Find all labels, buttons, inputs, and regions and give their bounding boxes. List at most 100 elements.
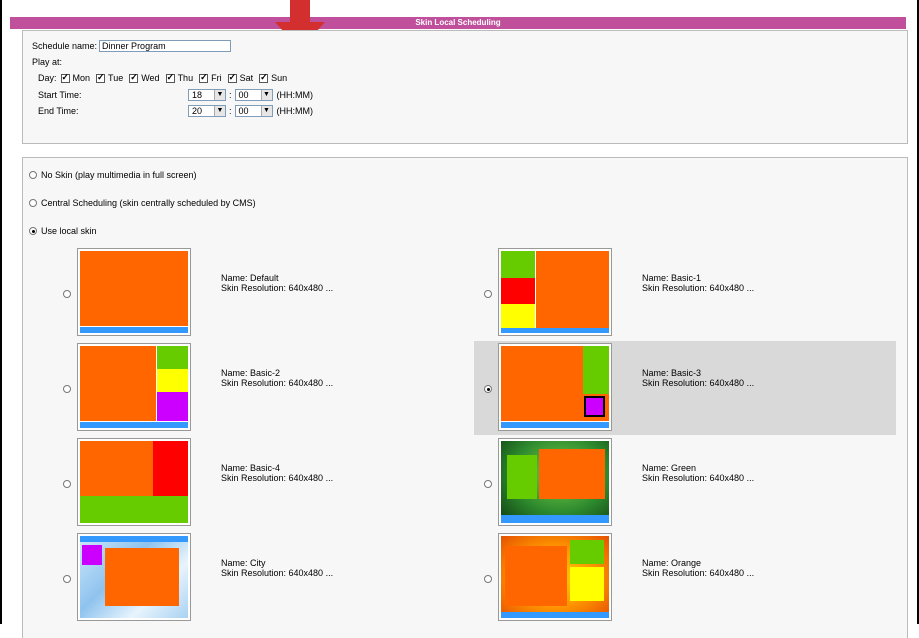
region (584, 396, 605, 417)
checkbox[interactable] (259, 72, 269, 83)
checkbox[interactable] (199, 72, 209, 83)
region (157, 346, 188, 369)
checkbox[interactable] (96, 72, 106, 83)
use-local-skin-radio[interactable] (29, 227, 37, 235)
skin-thumbnail-basic-2[interactable] (77, 343, 191, 431)
skin-name: Name: City (221, 558, 266, 568)
region (570, 567, 604, 601)
region (501, 304, 535, 328)
skin-thumbnail-orange[interactable] (498, 533, 612, 621)
skin-radio-default[interactable] (63, 290, 71, 298)
skin-resolution: Skin Resolution: 640x480 ... (642, 568, 755, 578)
region (80, 496, 188, 523)
region (82, 545, 102, 565)
region (536, 251, 609, 328)
day-label: Day: (38, 73, 57, 83)
skin-option-basic-2[interactable]: Name: Basic-2 Skin Resolution: 640x480 ..… (53, 341, 475, 435)
start-hour-select[interactable]: 18 ▼ (188, 89, 226, 101)
skin-thumbnail-basic-4[interactable] (77, 438, 191, 526)
region (153, 441, 188, 496)
time-separator: : (229, 106, 232, 116)
skin-option-basic-4[interactable]: Name: Basic-4 Skin Resolution: 640x480 ..… (53, 436, 475, 530)
schedule-name-label: Schedule name: (32, 41, 98, 51)
skin-radio-basic-1[interactable] (484, 290, 492, 298)
region (539, 449, 605, 499)
skin-radio-basic-3[interactable] (484, 385, 492, 393)
day-checkbox-tue[interactable]: Tue (96, 72, 124, 83)
end-minute-select[interactable]: 00 ▼ (234, 105, 273, 117)
skin-radio-basic-4[interactable] (63, 480, 71, 488)
ticker-bar (501, 612, 609, 618)
region (157, 369, 188, 392)
region (583, 346, 609, 394)
day-label-sun: Sun (271, 73, 288, 83)
checkbox[interactable] (129, 72, 139, 83)
skin-radio-green[interactable] (484, 480, 492, 488)
end-hour-select[interactable]: 20 ▼ (188, 105, 226, 117)
chevron-down-icon: ▼ (260, 106, 272, 116)
day-label-tue: Tue (108, 73, 124, 83)
day-checkbox-sat[interactable]: Sat (227, 72, 254, 83)
page-title: Skin Local Scheduling (10, 17, 906, 29)
skin-resolution: Skin Resolution: 640x480 ... (221, 473, 334, 483)
day-checkbox-fri[interactable]: Fri (199, 72, 222, 83)
window-border-left (0, 0, 2, 624)
skin-name: Name: Basic-1 (642, 273, 702, 283)
day-checkbox-thu[interactable]: Thu (165, 72, 193, 83)
header-bar (80, 536, 188, 542)
day-label-fri: Fri (211, 73, 222, 83)
region (501, 278, 535, 304)
region (80, 441, 153, 496)
checkbox[interactable] (165, 72, 175, 83)
ticker-bar (80, 422, 188, 428)
region (157, 392, 188, 421)
central-scheduling-radio[interactable] (29, 199, 37, 207)
skin-option-green[interactable]: Name: Green Skin Resolution: 640x480 ... (474, 436, 896, 530)
skin-thumbnail-default[interactable] (77, 248, 191, 336)
skin-radio-city[interactable] (63, 575, 71, 583)
skin-name: Name: Basic-2 (221, 368, 281, 378)
skin-resolution: Skin Resolution: 640x480 ... (221, 568, 334, 578)
skin-name: Name: Orange (642, 558, 702, 568)
skin-thumbnail-city[interactable] (77, 533, 191, 621)
time-format-hint: (HH:MM) (276, 106, 314, 116)
skin-option-basic-1[interactable]: Name: Basic-1 Skin Resolution: 640x480 ..… (474, 246, 896, 340)
checkbox[interactable] (60, 72, 70, 83)
day-label-sat: Sat (239, 73, 254, 83)
day-checkbox-wed[interactable]: Wed (129, 72, 160, 83)
chevron-down-icon: ▼ (214, 106, 225, 116)
skin-panel: No Skin (play multimedia in full screen)… (22, 157, 908, 638)
checkbox[interactable] (227, 72, 237, 83)
skin-thumbnail-basic-3[interactable] (498, 343, 612, 431)
ticker-bar (80, 327, 188, 333)
play-at-label: Play at: (32, 57, 63, 67)
skin-radio-orange[interactable] (484, 575, 492, 583)
skin-option-city[interactable]: Name: City Skin Resolution: 640x480 ... (53, 531, 475, 625)
chevron-down-icon: ▼ (260, 90, 272, 100)
start-minute-select[interactable]: 00 ▼ (234, 89, 273, 101)
skin-option-basic-3[interactable]: Name: Basic-3 Skin Resolution: 640x480 ..… (474, 341, 896, 435)
region (501, 346, 583, 421)
region (507, 455, 537, 499)
skin-thumbnail-green[interactable] (498, 438, 612, 526)
region (505, 546, 567, 606)
skin-resolution: Skin Resolution: 640x480 ... (642, 283, 755, 293)
region (80, 251, 188, 326)
ticker-bar (501, 328, 609, 333)
skin-radio-basic-2[interactable] (63, 385, 71, 393)
region (105, 548, 179, 606)
skin-option-default[interactable]: Name: Default Skin Resolution: 640x480 ..… (53, 246, 475, 340)
start-time-label: Start Time: (38, 90, 82, 100)
ticker-bar (501, 515, 609, 523)
no-skin-radio[interactable] (29, 171, 37, 179)
skin-thumbnail-basic-1[interactable] (498, 248, 612, 336)
region (570, 540, 604, 564)
ticker-bar (501, 422, 609, 428)
day-checkbox-mon[interactable]: Mon (60, 72, 90, 83)
day-label-wed: Wed (141, 73, 160, 83)
end-time-label: End Time: (38, 106, 79, 116)
schedule-name-input[interactable] (99, 40, 232, 52)
schedule-panel: Schedule name: Play at: Day: Mon Tue Wed… (22, 30, 908, 144)
skin-option-orange[interactable]: Name: Orange Skin Resolution: 640x480 ... (474, 531, 896, 625)
day-checkbox-sun[interactable]: Sun (259, 72, 288, 83)
